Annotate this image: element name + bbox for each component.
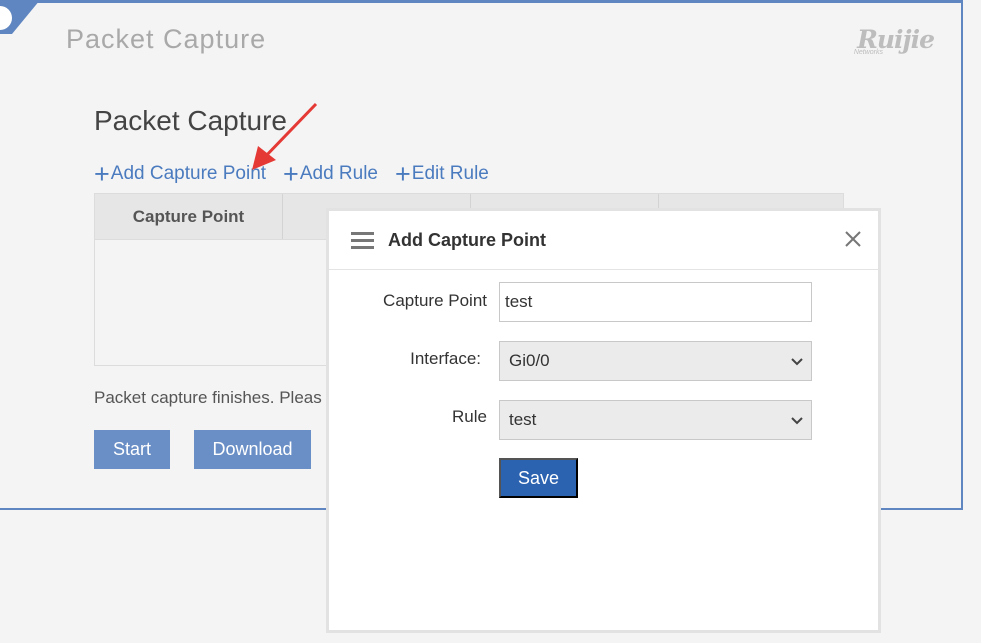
add-capture-point-label: Add Capture Point <box>110 163 267 184</box>
download-button[interactable]: Download <box>194 430 311 469</box>
edit-rule-link[interactable]: + Edit Rule <box>395 159 489 189</box>
start-button[interactable]: Start <box>94 430 170 469</box>
app-title: Packet Capture <box>66 24 267 54</box>
capture-point-label: Capture Point <box>383 291 487 310</box>
capture-point-input[interactable]: test <box>499 282 812 322</box>
interface-label: Interface: <box>410 349 481 368</box>
add-capture-point-link[interactable]: + Add Capture Point <box>94 159 267 189</box>
rule-selected-value: test <box>509 410 537 429</box>
dialog-header: Add Capture Point <box>329 211 878 270</box>
plus-icon: + <box>94 159 110 189</box>
rule-select[interactable]: test <box>499 400 812 440</box>
close-icon[interactable] <box>842 228 864 250</box>
logo-subtext: Networks <box>853 49 883 56</box>
status-message: Packet capture finishes. Pleas <box>94 388 322 407</box>
add-capture-point-dialog: Add Capture Point Capture Point test Int… <box>326 208 881 633</box>
edit-rule-label: Edit Rule <box>411 163 489 184</box>
chevron-down-icon <box>791 358 803 366</box>
annotation-arrow-icon <box>252 102 318 170</box>
window-corner-decoration <box>0 0 40 34</box>
chevron-down-icon <box>791 417 803 425</box>
rule-label: Rule <box>452 407 487 426</box>
interface-selected-value: Gi0/0 <box>509 351 550 370</box>
column-header-capture-point[interactable]: Capture Point <box>95 194 283 239</box>
plus-icon: + <box>395 159 411 189</box>
interface-select[interactable]: Gi0/0 <box>499 341 812 381</box>
menu-icon <box>351 231 374 249</box>
dialog-title: Add Capture Point <box>388 229 546 250</box>
save-button[interactable]: Save <box>499 458 578 498</box>
